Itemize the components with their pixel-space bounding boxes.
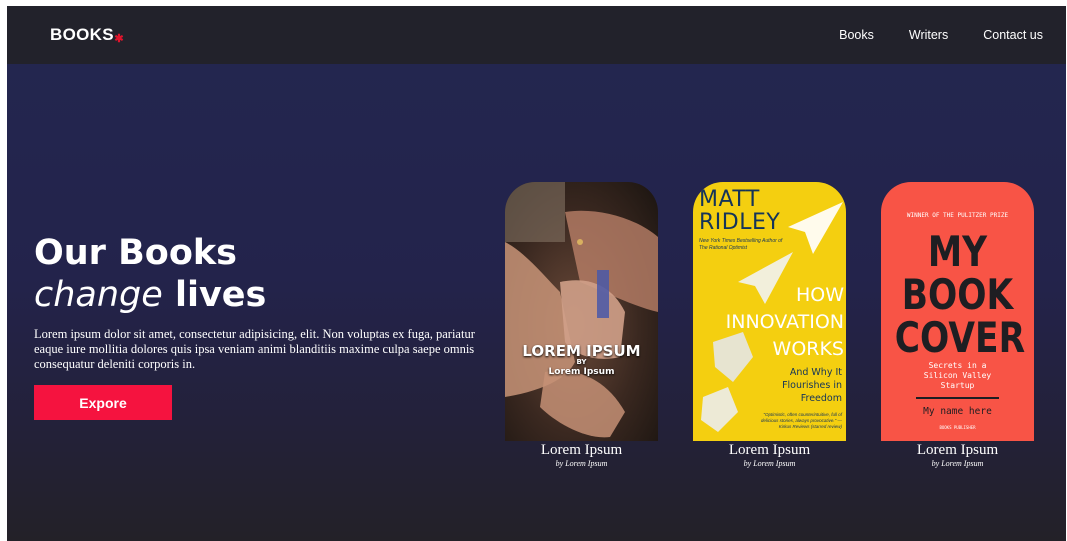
book-cover-1[interactable]: LOREM IPSUM BY Lorem Ipsum — [505, 182, 658, 441]
logo[interactable]: BOOKS ✱ — [50, 25, 124, 45]
book-title-1[interactable]: Lorem Ipsum — [505, 442, 658, 459]
cover2-title2: INNOVATION — [725, 311, 844, 333]
cover2-subtitle: And Why It Flourishes in Freedom — [782, 366, 842, 405]
cover3-title: MY BOOK COVER — [894, 227, 1026, 362]
navbar: BOOKS ✱ Books Writers Contact us — [7, 6, 1066, 64]
cover1-author: Lorem Ipsum — [548, 367, 615, 377]
cover3-title2: BOOK — [901, 270, 1014, 319]
explore-button[interactable]: Expore — [34, 385, 172, 420]
book-cover-3[interactable]: WINNER OF THE PULITZER PRIZE MY BOOK COV… — [881, 182, 1034, 441]
book-author-2: by Lorem Ipsum — [743, 459, 796, 468]
cover1-by: BY — [576, 358, 587, 366]
cover2-title3: WORKS — [772, 338, 844, 360]
hero-title-italic: change — [34, 275, 163, 315]
nav-link-contact[interactable]: Contact us — [983, 28, 1043, 42]
book-author-1: by Lorem Ipsum — [555, 459, 608, 468]
logo-star-icon: ✱ — [114, 33, 124, 45]
book-title-3[interactable]: Lorem Ipsum — [881, 442, 1034, 459]
cover3-title3: COVER — [894, 313, 1026, 362]
nav-links: Books Writers Contact us — [839, 28, 1043, 42]
cover3-sub2: Silicon Valley — [923, 371, 992, 380]
hero-description: Lorem ipsum dolor sit amet, consectetur … — [34, 327, 475, 371]
hands-photo-image — [505, 182, 658, 438]
cover3-author-name: My name here — [923, 406, 992, 417]
hero-title-line1: Our Books — [34, 233, 237, 273]
cover2-subtitle2: Flourishes in — [782, 380, 842, 391]
nav-link-books[interactable]: Books — [839, 28, 874, 42]
book-cover-2[interactable]: MATT RIDLEY New York Times Bestselling A… — [693, 182, 846, 441]
page: BOOKS ✱ Books Writers Contact us Our Boo… — [7, 6, 1066, 541]
book-title-2[interactable]: Lorem Ipsum — [693, 442, 846, 459]
cover3-title1: MY — [927, 227, 988, 276]
cover3-sub3: Startup — [940, 381, 975, 390]
cover3-publisher: BOOKS PUBLISHER — [939, 425, 976, 430]
logo-text: BOOKS — [50, 25, 114, 44]
cover3-award: WINNER OF THE PULITZER PRIZE — [906, 212, 1009, 219]
cover2-title1: HOW — [795, 284, 844, 306]
cover2-quote: "Optimistic, often counterintuitive, ful… — [760, 412, 842, 429]
hero-title: Our Books change lives — [34, 232, 494, 316]
book-card-3[interactable]: WINNER OF THE PULITZER PRIZE MY BOOK COV… — [881, 182, 1034, 469]
cover2-subtitle3: Freedom — [800, 393, 842, 404]
book-card-1[interactable]: LOREM IPSUM BY Lorem Ipsum Lorem Ipsum b… — [505, 182, 658, 469]
hero-text: Our Books change lives Lorem ipsum dolor… — [34, 232, 494, 420]
cover3-divider — [916, 397, 999, 399]
hero-title-line2: change lives — [34, 274, 494, 316]
hero-section: Our Books change lives Lorem ipsum dolor… — [7, 64, 1066, 541]
book-card-2[interactable]: MATT RIDLEY New York Times Bestselling A… — [693, 182, 846, 469]
cover3-subtitle: Secrets in a Silicon Valley Startup — [881, 361, 1034, 391]
hero-title-bold: lives — [175, 275, 267, 315]
cover3-sub1: Secrets in a — [928, 361, 987, 370]
cover2-subtitle1: And Why It — [789, 367, 842, 378]
nav-link-writers[interactable]: Writers — [909, 28, 948, 42]
book-author-3: by Lorem Ipsum — [931, 459, 984, 468]
